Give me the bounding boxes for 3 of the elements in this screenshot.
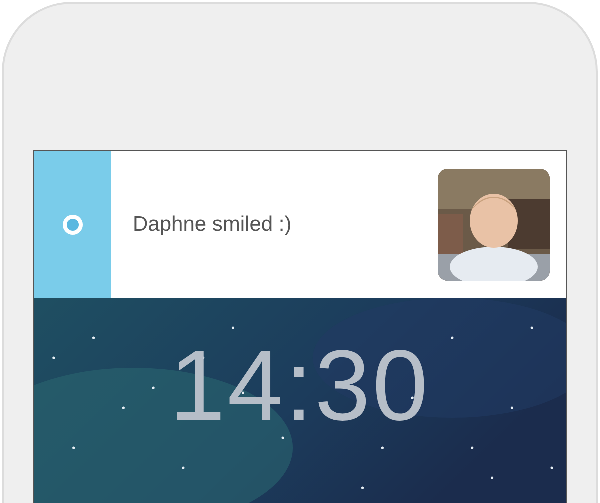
clock-time: 14:30 <box>170 336 430 436</box>
notification-text: Daphne smiled :) <box>133 212 292 236</box>
status-icon <box>60 212 84 236</box>
